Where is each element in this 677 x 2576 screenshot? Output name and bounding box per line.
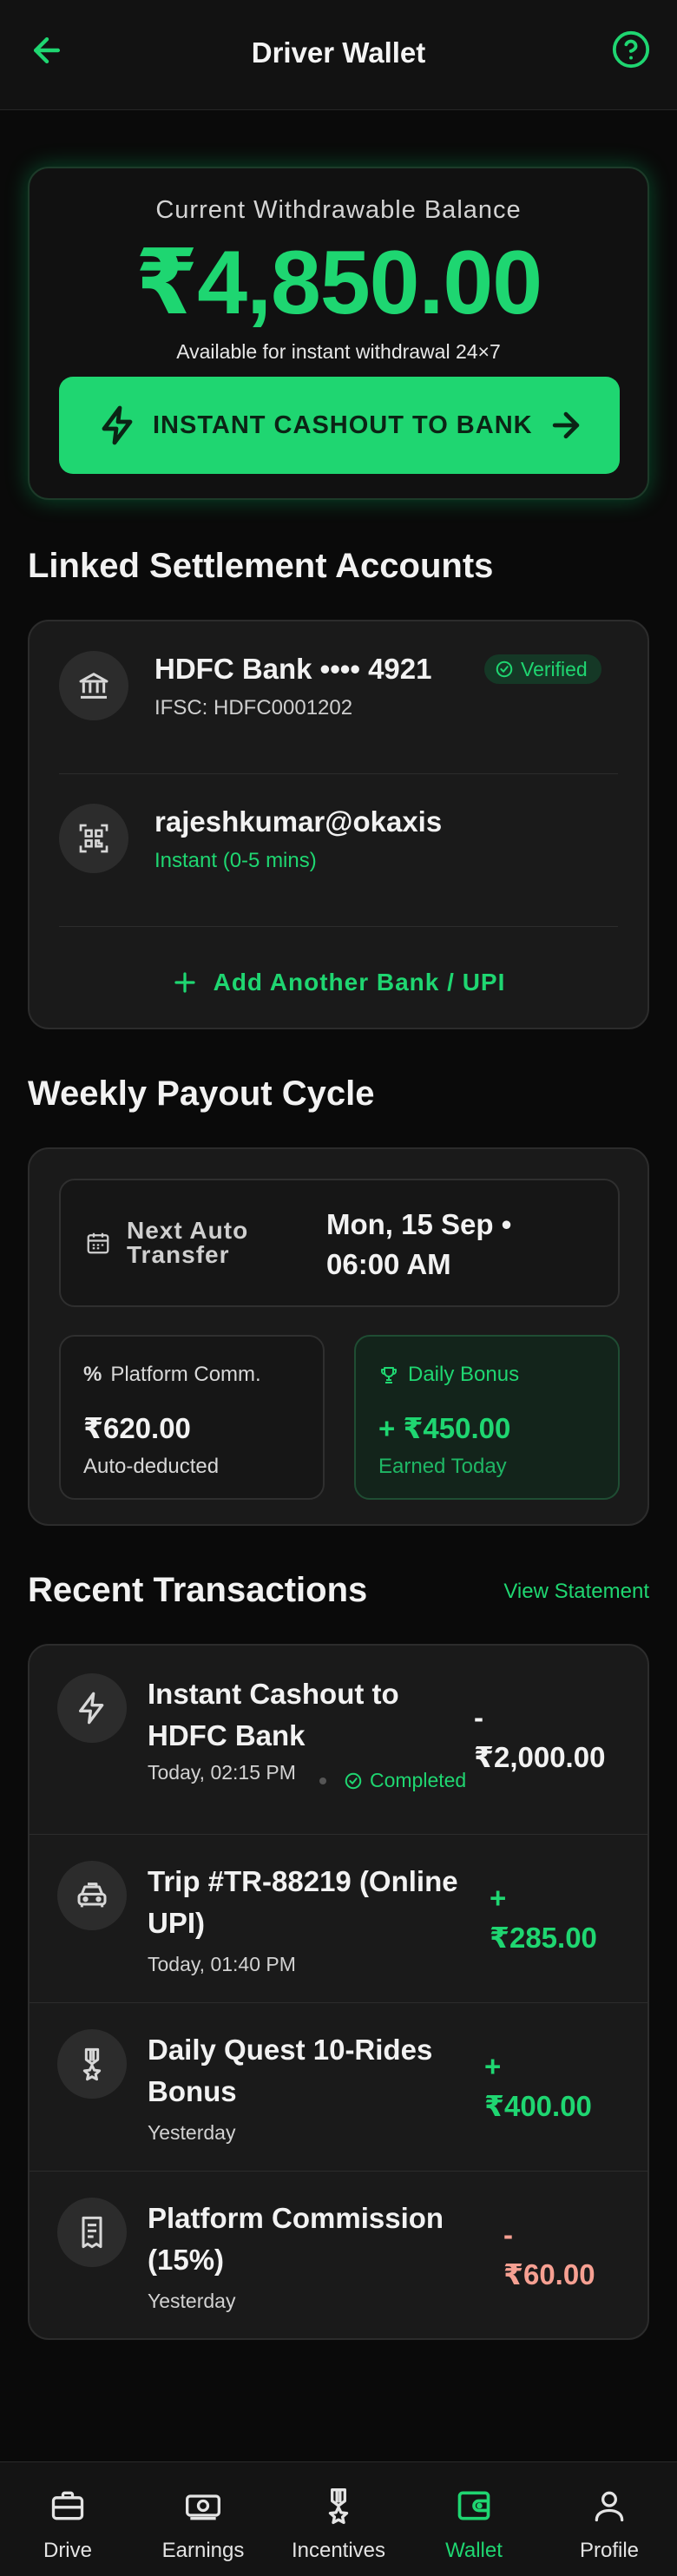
amount-value: ₹285.00 xyxy=(490,1922,597,1954)
amount-sign: - xyxy=(474,1701,483,1733)
balance-subtitle: Available for instant withdrawal 24×7 xyxy=(176,340,501,363)
payout-card: Next Auto Transfer Mon, 15 Sep • 06:00 A… xyxy=(28,1147,649,1526)
daily-bonus-label: Daily Bonus xyxy=(408,1363,520,1386)
transaction-row[interactable]: Platform Commission (15%) Yesterday - ₹6… xyxy=(30,2172,647,2338)
wallet-icon xyxy=(457,2491,490,2520)
nav-item-wallet[interactable]: Wallet xyxy=(406,2462,542,2576)
account-detail: IFSC: HDFC0001202 xyxy=(154,696,353,720)
separator-dot xyxy=(319,1778,326,1784)
transaction-title: Instant Cashout to HDFC Bank xyxy=(148,1678,399,1751)
trophy-icon xyxy=(381,1367,397,1383)
medal-icon xyxy=(328,2488,349,2525)
briefcase-icon xyxy=(51,2491,84,2520)
nav-label: Profile xyxy=(579,2539,640,2562)
account-row-upi[interactable]: rajeshkumar@okaxis Instant (0-5 mins) xyxy=(59,774,618,927)
transaction-row[interactable]: Trip #TR-88219 (Online UPI) Today, 01:40… xyxy=(30,1835,647,2003)
transactions-section-title: Recent Transactions xyxy=(28,1571,368,1609)
amount-value: ₹400.00 xyxy=(484,2090,592,2122)
bottom-nav: Drive Earnings Incentives Wallet Profile xyxy=(0,2461,677,2576)
amount-sign: + xyxy=(484,2050,502,2082)
transaction-time: Today, 01:40 PM xyxy=(148,1953,296,1975)
status-label: Completed xyxy=(370,1769,467,1791)
account-name: HDFC Bank •••• 4921 xyxy=(154,653,432,685)
arrow-right-icon xyxy=(547,406,585,444)
nav-label: Incentives xyxy=(291,2539,386,2562)
next-transfer-box: Next Auto Transfer Mon, 15 Sep • 06:00 A… xyxy=(59,1179,620,1307)
transaction-amount: - ₹60.00 xyxy=(503,2215,595,2295)
platform-commission-amount: ₹620.00 xyxy=(83,1412,191,1444)
balance-card: Current Withdrawable Balance ₹4,850.00 A… xyxy=(28,167,649,500)
daily-bonus-note: Earned Today xyxy=(378,1455,507,1478)
cash-icon xyxy=(186,2494,220,2520)
nav-label: Earnings xyxy=(161,2539,245,2562)
transaction-amount: - ₹2,000.00 xyxy=(474,1698,605,1778)
amount-value: ₹2,000.00 xyxy=(474,1741,606,1773)
nav-label: Drive xyxy=(43,2539,92,2562)
transaction-time: Yesterday xyxy=(148,2121,236,2144)
add-bank-label: Add Another Bank / UPI xyxy=(213,969,506,996)
transaction-amount: + ₹285.00 xyxy=(490,1878,597,1958)
transaction-row[interactable]: Instant Cashout to HDFC Bank Today, 02:1… xyxy=(30,1646,647,1835)
nav-item-incentives[interactable]: Incentives xyxy=(271,2462,406,2576)
account-name: rajeshkumar@okaxis xyxy=(154,805,443,838)
status-badge: Completed xyxy=(344,1769,466,1792)
next-transfer-value: Mon, 15 Sep • 06:00 AM xyxy=(326,1208,512,1280)
platform-commission-note: Auto-deducted xyxy=(83,1455,220,1478)
daily-bonus-box: Daily Bonus + ₹450.00 Earned Today xyxy=(354,1335,620,1500)
platform-commission-box: % Platform Comm. ₹620.00 Auto-deducted xyxy=(59,1335,325,1500)
balance-label: Current Withdrawable Balance xyxy=(155,196,522,224)
check-circle-icon xyxy=(345,1772,362,1789)
next-transfer-label: Next Auto Transfer xyxy=(127,1217,249,1268)
balance-amount: ₹4,850.00 xyxy=(135,233,542,333)
account-detail: Instant (0-5 mins) xyxy=(154,849,317,872)
cashout-label: INSTANT CASHOUT TO BANK xyxy=(153,411,533,439)
transaction-title: Platform Commission (15%) xyxy=(148,2202,444,2276)
qr-code-icon xyxy=(59,804,128,873)
amount-value: ₹60.00 xyxy=(503,2258,595,2290)
app-header: Driver Wallet xyxy=(0,0,677,110)
receipt-icon xyxy=(57,2198,127,2267)
lightning-icon xyxy=(97,404,139,446)
transactions-card: Instant Cashout to HDFC Bank Today, 02:1… xyxy=(28,1644,649,2340)
person-icon xyxy=(595,2491,624,2522)
amount-sign: + xyxy=(490,1882,507,1914)
transaction-title: Daily Quest 10-Rides Bonus xyxy=(148,2034,433,2107)
nav-item-profile[interactable]: Profile xyxy=(542,2462,677,2576)
taxi-icon xyxy=(57,1861,127,1930)
medal-icon xyxy=(57,2029,127,2099)
verified-badge: Verified xyxy=(484,654,601,684)
calendar-icon xyxy=(85,1229,111,1257)
transaction-time: Yesterday xyxy=(148,2290,236,2312)
add-bank-button[interactable]: Add Another Bank / UPI xyxy=(30,962,647,1003)
payout-section-title: Weekly Payout Cycle xyxy=(28,1074,375,1113)
lightning-icon xyxy=(57,1673,127,1743)
nav-item-earnings[interactable]: Earnings xyxy=(135,2462,271,2576)
help-circle-icon[interactable] xyxy=(611,30,651,69)
nav-label: Wallet xyxy=(445,2539,503,2562)
view-statement-link[interactable]: View Statement xyxy=(503,1580,649,1604)
transaction-title: Trip #TR-88219 (Online UPI) xyxy=(148,1865,458,1939)
transaction-row[interactable]: Daily Quest 10-Rides Bonus Yesterday + ₹… xyxy=(30,2003,647,2172)
percent-icon: % xyxy=(83,1363,102,1386)
daily-bonus-amount: + ₹450.00 xyxy=(378,1412,511,1444)
verified-label: Verified xyxy=(521,657,588,680)
transaction-time: Today, 02:15 PM xyxy=(148,1761,296,1784)
account-row-bank[interactable]: HDFC Bank •••• 4921 Verified IFSC: HDFC0… xyxy=(59,621,618,774)
plus-icon xyxy=(174,972,195,993)
nav-item-drive[interactable]: Drive xyxy=(0,2462,135,2576)
page-title: Driver Wallet xyxy=(251,36,426,69)
accounts-section-title: Linked Settlement Accounts xyxy=(28,547,494,585)
amount-sign: - xyxy=(503,2218,513,2251)
instant-cashout-button[interactable]: INSTANT CASHOUT TO BANK xyxy=(59,377,620,474)
bank-icon xyxy=(59,651,128,720)
accounts-card: HDFC Bank •••• 4921 Verified IFSC: HDFC0… xyxy=(28,620,649,1029)
platform-commission-label: Platform Comm. xyxy=(110,1363,261,1386)
check-circle-icon xyxy=(496,660,513,678)
transaction-amount: + ₹400.00 xyxy=(484,2047,592,2126)
